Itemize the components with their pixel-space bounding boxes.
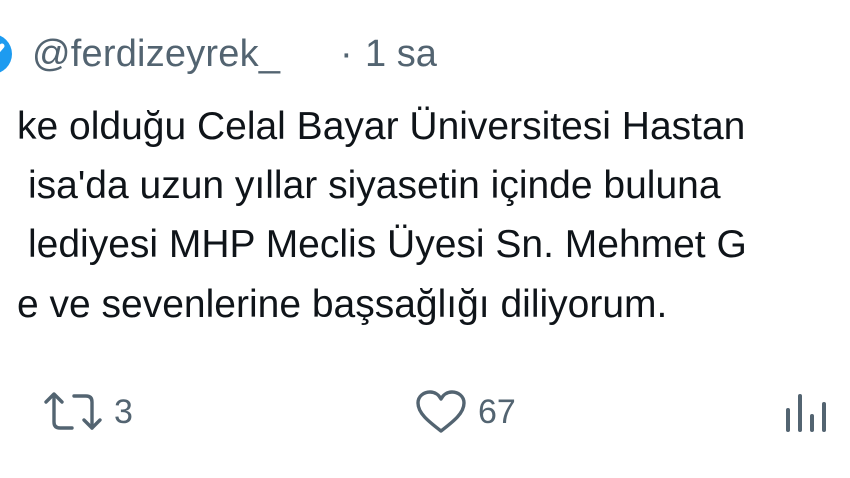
- tweet-text-line: e ve sevenlerine başsağlığı diliyorum.: [17, 283, 668, 326]
- tweet-text: ke olduğu Celal Bayar Üniversitesi Hasta…: [0, 100, 850, 340]
- tweet-text-line: isa'da uzun yıllar siyasetin içinde bulu…: [28, 164, 721, 207]
- retweet-count: 3: [114, 392, 133, 431]
- retweet-icon: [44, 392, 102, 430]
- tweet-timestamp[interactable]: 1 sa: [365, 26, 437, 82]
- author-handle[interactable]: @ferdizeyrek_: [32, 26, 280, 82]
- tweet-actions: 3 67: [0, 380, 850, 444]
- retweet-button[interactable]: 3: [42, 380, 133, 444]
- heart-icon: [416, 390, 466, 433]
- views-button[interactable]: [782, 380, 832, 444]
- tweet-text-line: lediyesi MHP Meclis Üyesi Sn. Mehmet G: [28, 223, 747, 266]
- separator-dot: ·: [340, 33, 353, 75]
- like-button[interactable]: 67: [414, 380, 516, 444]
- tweet-text-line: ke olduğu Celal Bayar Üniversitesi Hasta…: [17, 105, 746, 148]
- like-count: 67: [478, 392, 516, 431]
- verified-badge-icon: [0, 35, 12, 73]
- bar-chart-icon: [786, 394, 826, 432]
